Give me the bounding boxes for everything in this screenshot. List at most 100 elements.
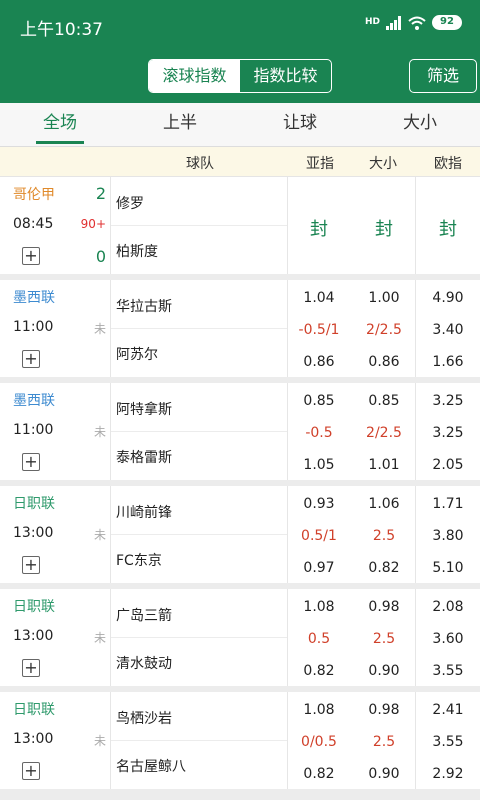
odds-ou-0[interactable]: 0.98 [354, 599, 414, 615]
match-status: 90+ [80, 217, 106, 231]
sealed-asian: 封 [310, 219, 328, 240]
home-team[interactable]: 鸟栖沙岩 [116, 708, 172, 728]
odds-asian-0[interactable]: 1.08 [289, 599, 349, 615]
odds-ou-2[interactable]: 0.90 [354, 663, 414, 679]
odds-euro-0[interactable]: 1.71 [418, 496, 478, 512]
divider [111, 534, 287, 535]
odds-euro-2[interactable]: 5.10 [418, 560, 478, 576]
odds-asian-2[interactable]: 1.05 [289, 457, 349, 473]
match-row[interactable]: 墨西联 11:00 未 + 阿特拿斯 泰格雷斯 0.85 -0.5 1.05 0.85 2/2.5 1… [0, 383, 480, 480]
odds-euro-2[interactable]: 3.55 [418, 663, 478, 679]
away-team[interactable]: FC东京 [116, 550, 162, 570]
match-row[interactable]: 墨西联 11:00 未 + 华拉古斯 阿苏尔 1.04 -0.5/1 0.86 1.00 2/2.5… [0, 280, 480, 377]
expand-button[interactable]: + [22, 247, 40, 265]
segment-index-compare[interactable]: 指数比较 [240, 60, 331, 92]
odds-euro-2[interactable]: 2.05 [418, 457, 478, 473]
segment-live-index[interactable]: 滚球指数 [149, 60, 240, 92]
odds-asian-1[interactable]: 0/0.5 [289, 734, 349, 750]
odds-euro-1[interactable]: 3.55 [418, 734, 478, 750]
away-team[interactable]: 清水鼓动 [116, 653, 172, 673]
expand-button[interactable]: + [22, 350, 40, 368]
odds-asian-2[interactable]: 0.86 [289, 354, 349, 370]
home-team[interactable]: 川崎前锋 [116, 502, 172, 522]
home-team[interactable]: 华拉古斯 [116, 296, 172, 316]
odds-asian-1[interactable]: -0.5/1 [289, 322, 349, 338]
away-team[interactable]: 名古屋鲸八 [116, 756, 186, 776]
odds-euro-1[interactable]: 3.80 [418, 528, 478, 544]
home-team[interactable]: 修罗 [116, 193, 144, 213]
expand-button[interactable]: + [22, 453, 40, 471]
tab-full-match[interactable]: 全场 [0, 103, 120, 146]
kickoff-time: 11:00 [13, 319, 54, 335]
column-header: 球队 亚指 大小 欧指 [0, 147, 480, 177]
odds-asian-0[interactable]: 1.04 [289, 290, 349, 306]
odds-ou-1[interactable]: 2.5 [354, 528, 414, 544]
column-ou: 大小 [369, 156, 397, 172]
odds-euro-0[interactable]: 3.25 [418, 393, 478, 409]
expand-button[interactable]: + [22, 762, 40, 780]
column-euro: 欧指 [434, 156, 462, 172]
column-asian: 亚指 [306, 156, 334, 172]
divider [287, 177, 288, 274]
odds-euro-0[interactable]: 2.08 [418, 599, 478, 615]
divider [287, 589, 288, 686]
home-team[interactable]: 阿特拿斯 [116, 399, 172, 419]
odds-ou-1[interactable]: 2.5 [354, 734, 414, 750]
kickoff-time: 08:45 [13, 216, 54, 232]
odds-euro-0[interactable]: 4.90 [418, 290, 478, 306]
kickoff-time: 13:00 [13, 525, 54, 541]
odds-ou-0[interactable]: 0.85 [354, 393, 414, 409]
tab-over-under[interactable]: 大小 [360, 103, 480, 146]
odds-euro-1[interactable]: 3.40 [418, 322, 478, 338]
odds-asian-2[interactable]: 0.82 [289, 766, 349, 782]
odds-ou-1[interactable]: 2.5 [354, 631, 414, 647]
match-row[interactable]: 日职联 13:00 未 + 川崎前锋 FC东京 0.93 0.5/1 0.97 1.06 2.5 0.… [0, 486, 480, 583]
odds-euro-1[interactable]: 3.25 [418, 425, 478, 441]
odds-ou-2[interactable]: 0.82 [354, 560, 414, 576]
odds-ou-1[interactable]: 2/2.5 [354, 322, 414, 338]
odds-asian-0[interactable]: 0.93 [289, 496, 349, 512]
odds-asian-0[interactable]: 1.08 [289, 702, 349, 718]
odds-ou-2[interactable]: 0.90 [354, 766, 414, 782]
odds-ou-0[interactable]: 1.06 [354, 496, 414, 512]
odds-euro-0[interactable]: 2.41 [418, 702, 478, 718]
expand-button[interactable]: + [22, 659, 40, 677]
match-row[interactable]: 日职联 13:00 未 + 鸟栖沙岩 名古屋鲸八 1.08 0/0.5 0.82 0.98 2.5 0… [0, 692, 480, 789]
away-team[interactable]: 阿苏尔 [116, 344, 158, 364]
away-team[interactable]: 泰格雷斯 [116, 447, 172, 467]
odds-asian-1[interactable]: 0.5/1 [289, 528, 349, 544]
odds-euro-2[interactable]: 2.92 [418, 766, 478, 782]
odds-ou-2[interactable]: 1.01 [354, 457, 414, 473]
divider [415, 177, 416, 274]
odds-asian-2[interactable]: 0.97 [289, 560, 349, 576]
divider [287, 383, 288, 480]
league-name: 墨西联 [13, 290, 55, 306]
away-team[interactable]: 柏斯度 [116, 241, 158, 261]
match-row[interactable]: 日职联 13:00 未 + 广岛三箭 清水鼓动 1.08 0.5 0.82 0.98 2.5 0.90… [0, 589, 480, 686]
league-name: 日职联 [13, 702, 55, 718]
odds-euro-1[interactable]: 3.60 [418, 631, 478, 647]
odds-asian-1[interactable]: 0.5 [289, 631, 349, 647]
match-row[interactable]: 哥伦甲 08:45 2 90+ 0 + 修罗 柏斯度 封 封 封 [0, 177, 480, 274]
wifi-icon [408, 16, 426, 30]
odds-ou-1[interactable]: 2/2.5 [354, 425, 414, 441]
odds-asian-2[interactable]: 0.82 [289, 663, 349, 679]
odds-ou-0[interactable]: 0.98 [354, 702, 414, 718]
odds-ou-0[interactable]: 1.00 [354, 290, 414, 306]
odds-ou-2[interactable]: 0.86 [354, 354, 414, 370]
divider [287, 692, 288, 789]
status-icons: HD 92 [365, 15, 462, 30]
mode-switch: 滚球指数 指数比较 [148, 59, 332, 93]
divider [111, 431, 287, 432]
tab-first-half[interactable]: 上半 [120, 103, 240, 146]
odds-euro-2[interactable]: 1.66 [418, 354, 478, 370]
expand-button[interactable]: + [22, 556, 40, 574]
filter-button[interactable]: 筛选 [409, 59, 477, 93]
period-tabs: 全场 上半 让球 大小 [0, 103, 480, 147]
divider [415, 383, 416, 480]
odds-asian-1[interactable]: -0.5 [289, 425, 349, 441]
home-team[interactable]: 广岛三箭 [116, 605, 172, 625]
odds-asian-0[interactable]: 0.85 [289, 393, 349, 409]
league-name: 哥伦甲 [13, 187, 55, 203]
tab-handicap[interactable]: 让球 [240, 103, 360, 146]
